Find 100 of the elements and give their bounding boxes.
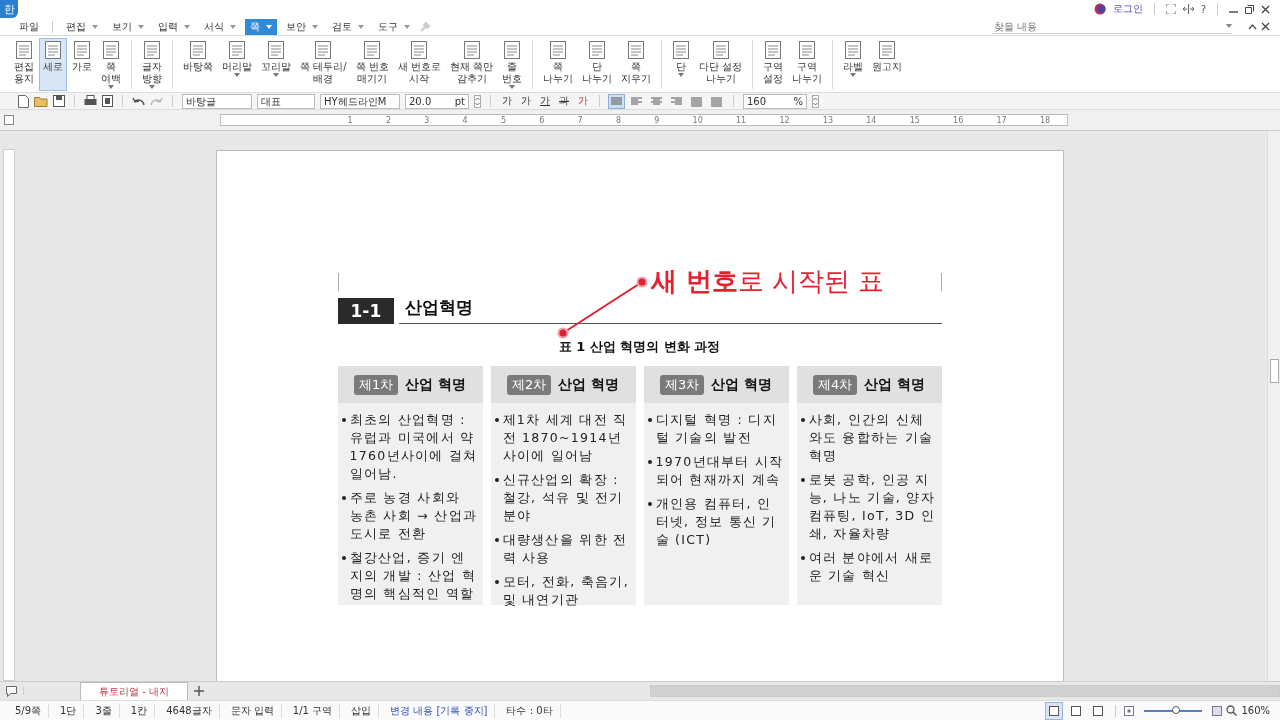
zoom-slider[interactable] (1144, 709, 1203, 712)
page-icon (672, 40, 691, 60)
ribbon-button[interactable]: 새 번호로 시작 (393, 38, 445, 91)
ribbon-button[interactable]: 쪽 번호 매기기 (351, 38, 393, 91)
stage-badge: 제2차 (507, 374, 552, 395)
align-icon[interactable] (709, 94, 724, 108)
bullet-icon (341, 556, 346, 560)
ribbon-button[interactable]: 라벨 (839, 38, 868, 91)
status-item: 1단 (53, 703, 85, 718)
ribbon-button[interactable]: 쪽 테두리/ 배경 (296, 38, 351, 91)
align-icon[interactable] (669, 94, 684, 108)
menu-item[interactable]: 편집 (61, 18, 103, 35)
ruler-toggle-icon[interactable] (4, 115, 14, 125)
ribbon-button[interactable]: 글자 방향 (138, 38, 166, 91)
bullet-text: 여러 분야에서 새로운 기술 혁신 (808, 549, 935, 585)
zoom-field[interactable]: 160 % (743, 93, 807, 109)
bullet-icon (341, 496, 346, 500)
page-icon (878, 40, 897, 60)
vertical-scrollbar[interactable] (1267, 131, 1280, 681)
zoom-in-icon[interactable] (1212, 705, 1223, 716)
font-dropdown[interactable]: HY헤드라인M (320, 93, 400, 109)
column-title: 산업 혁명 (558, 375, 619, 394)
ribbon-button[interactable]: 쪽 나누기 (539, 38, 578, 91)
bullet-text: 대량생산을 위한 전력 사용 (502, 531, 629, 567)
ribbon-button[interactable]: 쪽 여백 (97, 38, 125, 91)
fullscreen-icon[interactable] (1165, 4, 1176, 14)
ribbon-button[interactable]: 구역 나누기 (788, 38, 827, 91)
bullet-text: 로봇 공학, 인공 지능, 나노 기술, 양자 컴퓨팅, IoT, 3D 인쇄, 자율차량 (808, 471, 937, 543)
chevron-up-icon[interactable] (1248, 23, 1257, 30)
ribbon-button[interactable]: 줄 번호 (498, 38, 527, 91)
page-icon (462, 40, 481, 60)
page-icon (267, 40, 285, 60)
save-icon[interactable] (53, 95, 65, 107)
ribbon-button[interactable]: 바탕쪽 (179, 38, 217, 91)
align-icon[interactable] (689, 94, 704, 108)
menu-item[interactable]: 보안 (281, 18, 323, 35)
menu-item[interactable]: 입력 (153, 18, 195, 35)
bullet-icon (800, 418, 805, 422)
status-item: 1칸 (123, 703, 156, 718)
ribbon-button[interactable]: 구역 설정 (759, 38, 788, 91)
close-icon[interactable] (1261, 4, 1270, 14)
ribbon-button[interactable]: 단 나누기 (578, 38, 617, 91)
redo-icon (150, 96, 163, 106)
preview-icon[interactable] (102, 95, 113, 107)
align-icon[interactable] (649, 94, 664, 108)
resize-icon[interactable] (1182, 4, 1194, 14)
spinner-icon[interactable] (474, 94, 481, 108)
language-dropdown[interactable]: 대표 (257, 93, 315, 109)
new-document-icon[interactable] (18, 94, 29, 108)
menu-item[interactable]: 검토 (327, 18, 369, 35)
ribbon-button[interactable]: 머리말 (218, 38, 256, 91)
app-logo[interactable]: 한 (0, 0, 18, 18)
add-tab-icon[interactable] (193, 686, 204, 696)
undo-icon[interactable] (132, 96, 145, 106)
format-button[interactable]: 과 (557, 94, 571, 108)
search-icon[interactable] (1226, 705, 1238, 716)
format-button[interactable]: 가 (538, 94, 552, 108)
ribbon-button[interactable]: 다단 설정 나누기 (695, 38, 747, 91)
bullet-text: 1970년대부터 시작되어 현재까지 계속 (655, 453, 785, 489)
help-button[interactable]: ? (1200, 3, 1206, 15)
zoom-out-icon[interactable] (1124, 705, 1135, 716)
style-dropdown[interactable]: 바탕글 (182, 93, 252, 109)
align-icon[interactable] (629, 94, 644, 108)
login-link[interactable]: 로그인 (1112, 2, 1143, 16)
horizontal-scrollbar[interactable] (649, 685, 1280, 697)
section-title: 산업혁명 (399, 296, 942, 324)
ribbon-button[interactable]: 쪽 지우기 (617, 38, 656, 91)
font-size-field[interactable]: 20.0 pt (405, 93, 469, 109)
folder-icon[interactable] (34, 95, 48, 107)
bullet-text: 주로 농경 사회와 농촌 사회 → 산업과 도시로 전환 (349, 489, 479, 543)
status-item: 5/9쪽 (8, 703, 50, 718)
view-mode-icon[interactable] (1045, 701, 1064, 720)
format-button[interactable]: 가 (519, 94, 533, 108)
ribbon-button[interactable]: 원고지 (868, 38, 907, 91)
search-field[interactable]: 찾을 내용 (992, 19, 1226, 33)
format-button[interactable]: 가 (500, 94, 514, 108)
restore-icon[interactable] (1245, 4, 1254, 14)
document-tab[interactable]: 튜토리얼 - 내지 (80, 681, 188, 701)
spinner-icon[interactable] (812, 94, 819, 108)
menu-item[interactable]: 파일 (14, 18, 44, 35)
ribbon-button[interactable]: 가로 (68, 38, 96, 91)
menu-item[interactable]: 보기 (107, 18, 149, 35)
ribbon-button[interactable]: 단 (668, 38, 695, 91)
ribbon-button[interactable]: 편집 용지 (10, 38, 38, 91)
ribbon-button[interactable]: 현재 쪽만 감추기 (445, 38, 498, 91)
ruler: 1 2 3 4 5 6 7 8 9 10 11 12 13 14 15 16 17 18 (220, 114, 1068, 126)
ribbon-button[interactable]: 꼬리말 (257, 38, 295, 91)
caret-icon[interactable] (1226, 24, 1232, 28)
menu-item[interactable]: 서식 (199, 18, 241, 35)
memo-icon[interactable] (6, 685, 17, 697)
menu-item[interactable]: 도구 (373, 18, 415, 35)
close-icon[interactable] (1261, 22, 1270, 31)
zoom-reading: 160% (1241, 705, 1270, 716)
format-button[interactable]: 가 (576, 94, 590, 108)
bullet-text: 최초의 산업혁명 : 유럽과 미국에서 약 1760년사이에 걸쳐 일어남. (349, 411, 479, 483)
bullet-icon (800, 478, 805, 482)
menu-item[interactable]: 쪽 (245, 18, 277, 35)
page-icon (798, 40, 817, 60)
ribbon-button[interactable]: 세로 (39, 38, 67, 91)
print-icon[interactable] (84, 95, 97, 107)
